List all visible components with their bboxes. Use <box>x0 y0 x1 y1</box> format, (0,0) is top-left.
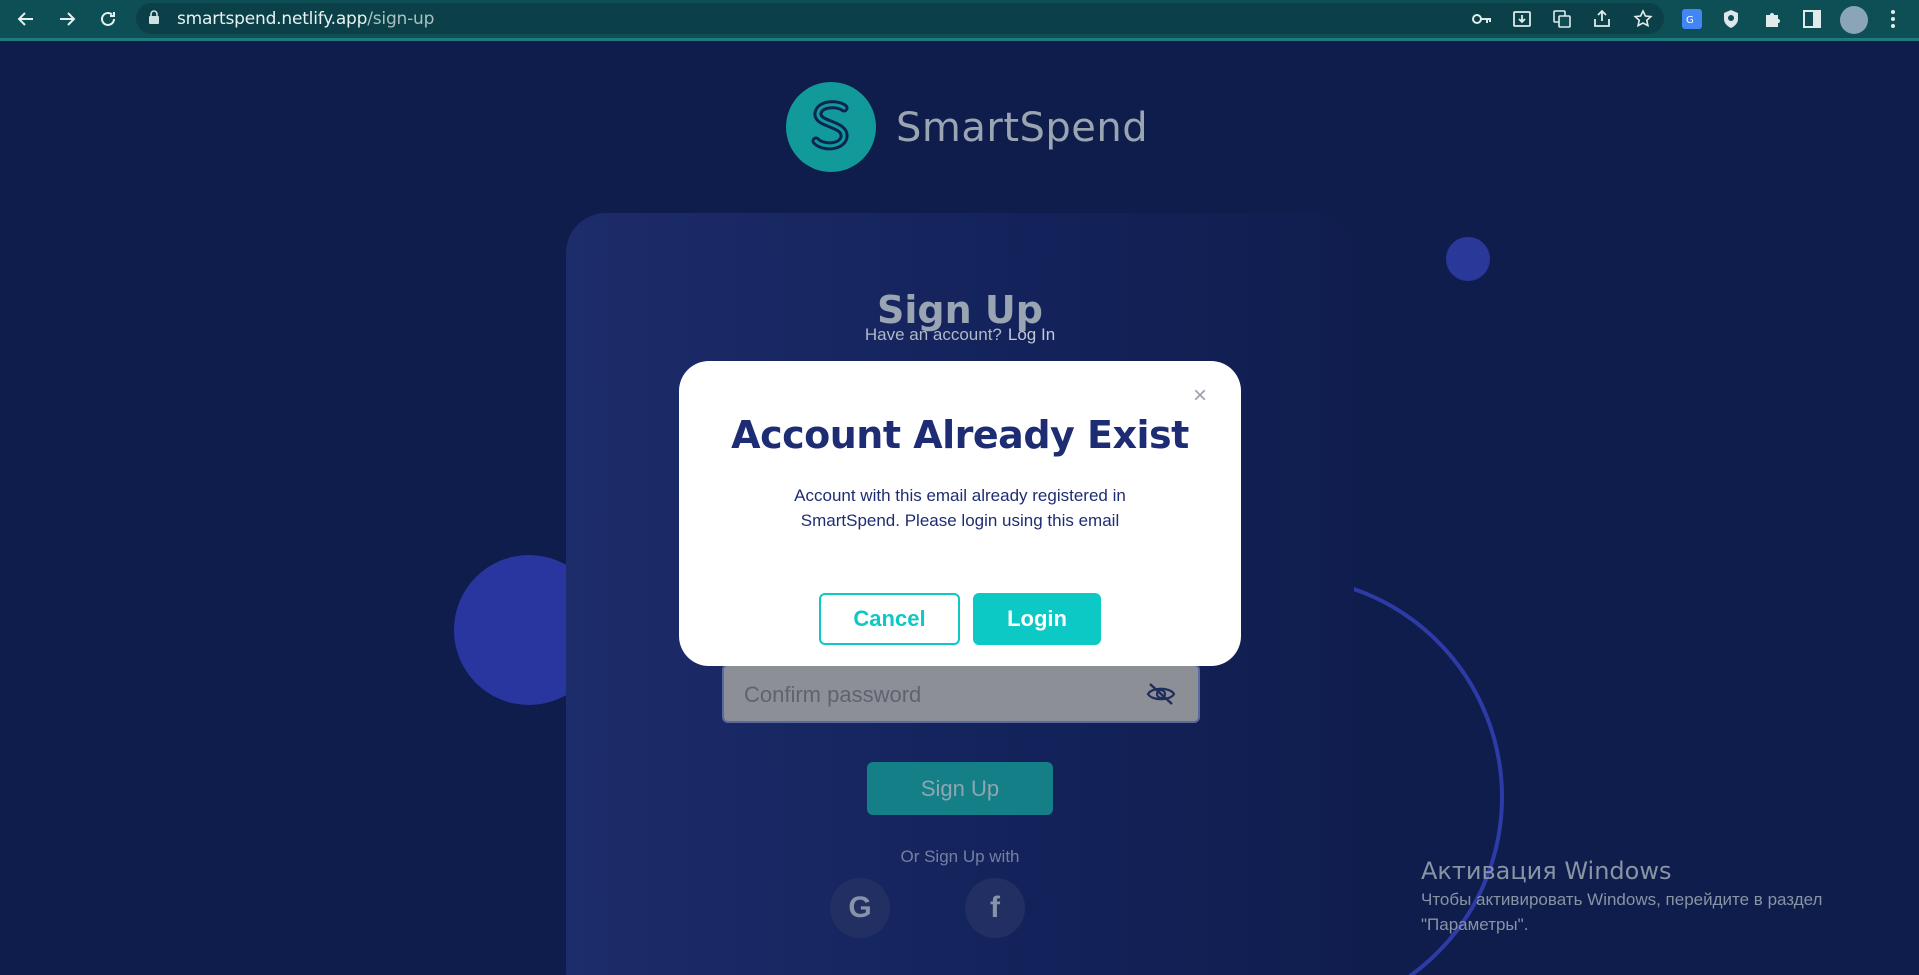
install-icon[interactable] <box>1511 8 1533 30</box>
side-panel-icon[interactable] <box>1801 8 1823 30</box>
url-path: /sign-up <box>367 9 435 29</box>
or-signup-with-text: Or Sign Up with <box>900 847 1020 866</box>
windows-activation-line2: "Параметры". <box>1421 915 1529 934</box>
facebook-icon[interactable]: f <box>965 878 1025 938</box>
cancel-button[interactable]: Cancel <box>819 593 960 645</box>
modal-message: Account with this email already register… <box>794 486 1126 530</box>
google-icon[interactable]: G <box>830 878 890 938</box>
facebook-label: f <box>990 891 1000 924</box>
key-icon[interactable] <box>1471 8 1493 30</box>
puzzle-icon[interactable] <box>1761 8 1783 30</box>
login-link[interactable]: Log In <box>1008 325 1055 344</box>
google-label: G <box>848 891 872 924</box>
share-icon[interactable] <box>1591 8 1613 30</box>
decorative-circle-small <box>1446 237 1490 281</box>
google-translate-icon[interactable]: G <box>1681 8 1703 30</box>
lock-icon[interactable] <box>148 10 160 29</box>
windows-activation-title: Активация Windows <box>1421 857 1672 885</box>
back-arrow-icon[interactable] <box>14 7 38 31</box>
close-icon[interactable]: × <box>1189 384 1211 408</box>
svg-text:G: G <box>1686 15 1694 26</box>
windows-activation-line1: Чтобы активировать Windows, перейдите в … <box>1421 890 1823 909</box>
url-text[interactable]: smartspend.netlify.app/sign-up <box>177 9 434 29</box>
confirm-password-field[interactable]: Confirm password <box>722 664 1200 723</box>
smartspend-logo[interactable] <box>786 82 876 172</box>
signup-button[interactable]: Sign Up <box>867 762 1053 815</box>
url-host: smartspend.netlify.app <box>177 9 368 29</box>
account-exists-modal: × Account Already Exist Account with thi… <box>679 361 1241 666</box>
eye-slash-icon[interactable] <box>1146 682 1176 711</box>
login-button[interactable]: Login <box>973 593 1101 645</box>
shield-extension-icon[interactable] <box>1720 8 1742 30</box>
profile-avatar[interactable] <box>1840 6 1868 34</box>
modal-title: Account Already Exist <box>731 413 1189 457</box>
have-account-label: Have an account? <box>864 325 1002 344</box>
star-icon[interactable] <box>1632 8 1654 30</box>
menu-kebab-icon[interactable] <box>1882 8 1904 30</box>
reload-icon[interactable] <box>96 7 120 31</box>
confirm-password-placeholder: Confirm password <box>744 682 922 707</box>
translate-icon[interactable] <box>1551 8 1573 30</box>
browser-toolbar: smartspend.netlify.app/sign-up G <box>0 0 1919 41</box>
forward-arrow-icon[interactable] <box>55 7 79 31</box>
brand-name: SmartSpend <box>896 105 1149 151</box>
have-account-text: Have an account? Log In <box>566 325 1354 345</box>
